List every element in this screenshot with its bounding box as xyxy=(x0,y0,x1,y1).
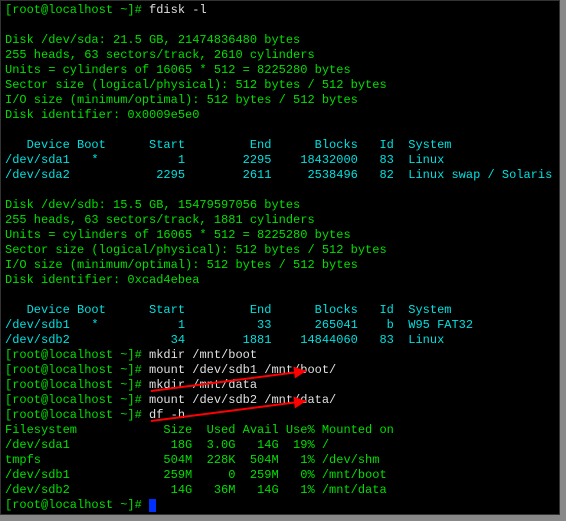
df-row-tmpfs: tmpfs 504M 228K 504M 1% /dev/shm xyxy=(5,453,555,468)
command: mkdir /mnt/data xyxy=(149,378,257,392)
disk-sda-geom: 255 heads, 63 sectors/track, 2610 cylind… xyxy=(5,48,555,63)
partition-table-header: Device Boot Start End Blocks Id System xyxy=(5,138,555,153)
prompt: [root@localhost ~]# xyxy=(5,498,149,512)
command: mount /dev/sdb2 /mnt/data/ xyxy=(149,393,336,407)
blank xyxy=(5,288,555,303)
prompt: [root@localhost ~]# xyxy=(5,378,149,392)
df-row-sda1: /dev/sda1 18G 3.0G 14G 19% / xyxy=(5,438,555,453)
disk-sda-units: Units = cylinders of 16065 * 512 = 82252… xyxy=(5,63,555,78)
blank xyxy=(5,183,555,198)
command: mkdir /mnt/boot xyxy=(149,348,257,362)
partition-table-header: Device Boot Start End Blocks Id System xyxy=(5,303,555,318)
cursor-block xyxy=(149,499,156,512)
prompt-line: [root@localhost ~]# df -h xyxy=(5,408,555,423)
command: fdisk -l xyxy=(149,3,207,17)
command: mount /dev/sdb1 /mnt/boot/ xyxy=(149,363,336,377)
disk-sdb-identifier: Disk identifier: 0xcad4ebea xyxy=(5,273,555,288)
df-row-sdb2: /dev/sdb2 14G 36M 14G 1% /mnt/data xyxy=(5,483,555,498)
prompt-line: [root@localhost ~]# mkdir /mnt/boot xyxy=(5,348,555,363)
disk-sda-header: Disk /dev/sda: 21.5 GB, 21474836480 byte… xyxy=(5,33,555,48)
partition-sda2: /dev/sda2 2295 2611 2538496 82 Linux swa… xyxy=(5,168,555,183)
blank xyxy=(5,18,555,33)
partition-sdb1: /dev/sdb1 * 1 33 265041 b W95 FAT32 xyxy=(5,318,555,333)
disk-sdb-units: Units = cylinders of 16065 * 512 = 82252… xyxy=(5,228,555,243)
prompt: [root@localhost ~]# xyxy=(5,363,149,377)
prompt-line: [root@localhost ~]# mount /dev/sdb2 /mnt… xyxy=(5,393,555,408)
terminal-window[interactable]: [root@localhost ~]# fdisk -l Disk /dev/s… xyxy=(0,0,560,515)
df-row-sdb1: /dev/sdb1 259M 0 259M 0% /mnt/boot xyxy=(5,468,555,483)
prompt-line: [root@localhost ~]# mkdir /mnt/data xyxy=(5,378,555,393)
prompt-line: [root@localhost ~]# fdisk -l xyxy=(5,3,555,18)
prompt: [root@localhost ~]# xyxy=(5,408,149,422)
partition-sda1: /dev/sda1 * 1 2295 18432000 83 Linux xyxy=(5,153,555,168)
partition-sdb2: /dev/sdb2 34 1881 14844060 83 Linux xyxy=(5,333,555,348)
disk-sda-sectorsize: Sector size (logical/physical): 512 byte… xyxy=(5,78,555,93)
disk-sdb-geom: 255 heads, 63 sectors/track, 1881 cylind… xyxy=(5,213,555,228)
prompt-line[interactable]: [root@localhost ~]# xyxy=(5,498,555,513)
disk-sdb-iosize: I/O size (minimum/optimal): 512 bytes / … xyxy=(5,258,555,273)
df-header: Filesystem Size Used Avail Use% Mounted … xyxy=(5,423,555,438)
prompt-line: [root@localhost ~]# mount /dev/sdb1 /mnt… xyxy=(5,363,555,378)
command: df -h xyxy=(149,408,185,422)
disk-sda-iosize: I/O size (minimum/optimal): 512 bytes / … xyxy=(5,93,555,108)
disk-sda-identifier: Disk identifier: 0x0009e5e0 xyxy=(5,108,555,123)
disk-sdb-sectorsize: Sector size (logical/physical): 512 byte… xyxy=(5,243,555,258)
prompt: [root@localhost ~]# xyxy=(5,3,149,17)
disk-sdb-header: Disk /dev/sdb: 15.5 GB, 15479597056 byte… xyxy=(5,198,555,213)
prompt: [root@localhost ~]# xyxy=(5,348,149,362)
blank xyxy=(5,123,555,138)
prompt: [root@localhost ~]# xyxy=(5,393,149,407)
